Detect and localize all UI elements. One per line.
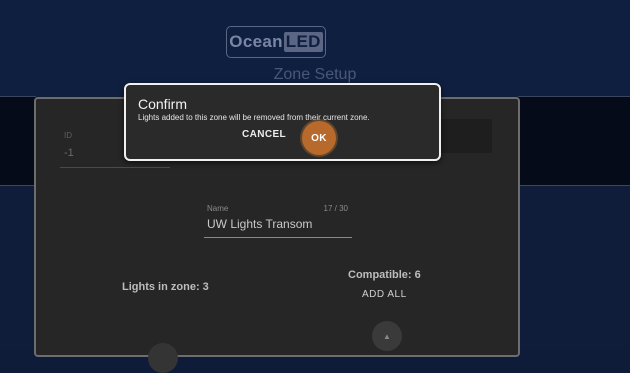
- zone-name-label: Name: [207, 204, 229, 213]
- add-all-button[interactable]: ADD ALL: [362, 289, 407, 300]
- logo-text: Ocean: [229, 32, 283, 51]
- id-field-value: -1: [64, 147, 74, 159]
- dialog-title: Confirm: [138, 96, 188, 112]
- list-action-button[interactable]: [148, 343, 178, 373]
- background-panel-left: [0, 96, 36, 186]
- lights-in-zone-count: Lights in zone: 3: [122, 281, 209, 293]
- oceanled-logo: Ocean LED: [226, 26, 326, 58]
- compatible-lights-count: Compatible: 6: [348, 269, 421, 281]
- logo-accent-text: LED: [283, 32, 323, 52]
- cancel-button[interactable]: CANCEL: [242, 129, 286, 143]
- background-panel-right: [518, 96, 630, 186]
- dialog-message: Lights added to this zone will be remove…: [138, 113, 370, 122]
- page-title: Zone Setup: [273, 66, 357, 83]
- zone-name-value: UW Lights Transom: [207, 217, 313, 231]
- chevron-up-icon: ▲: [383, 331, 391, 341]
- scroll-up-button[interactable]: ▲: [372, 321, 402, 351]
- zone-name-input[interactable]: Name 17 / 30 UW Lights Transom: [204, 199, 352, 238]
- confirm-dialog: Confirm Lights added to this zone will b…: [124, 83, 441, 161]
- zone-name-char-counter: 17 / 30: [323, 204, 348, 213]
- app-header: Ocean LED Zone Setup: [0, 0, 630, 96]
- ok-button[interactable]: OK: [302, 121, 336, 155]
- id-field-label: ID: [64, 131, 72, 140]
